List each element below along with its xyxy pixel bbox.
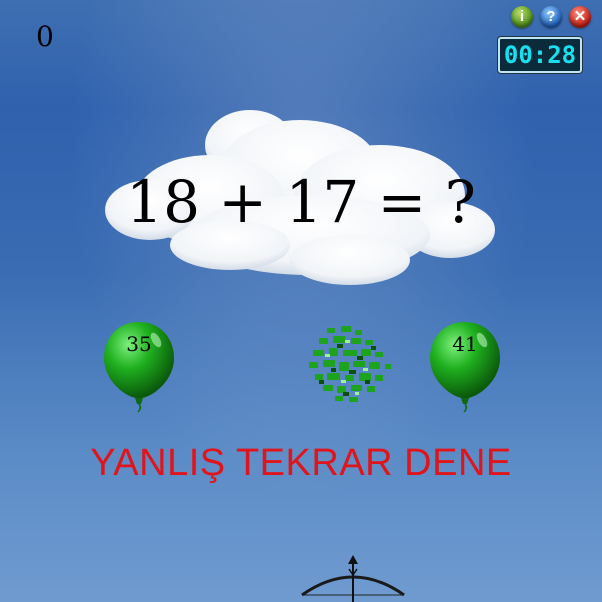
feedback-message: YANLIŞ TEKRAR DENE: [90, 442, 512, 484]
help-button[interactable]: ?: [540, 6, 562, 28]
score-counter: 0: [36, 20, 54, 53]
info-button[interactable]: i: [511, 6, 533, 28]
countdown-timer: 00:28: [498, 37, 582, 73]
balloon-number: 35: [126, 332, 152, 356]
close-button[interactable]: ✕: [569, 6, 591, 28]
math-question: 18 + 17 = ?: [126, 168, 476, 236]
game-stage: 0 i ? ✕ 00:28 18 + 17 = ? 35 41 YANLIŞ T…: [0, 0, 602, 602]
balloon-number: 41: [452, 332, 478, 356]
bow-and-arrow-icon[interactable]: [298, 555, 408, 602]
answer-balloon-35[interactable]: 35: [102, 318, 176, 414]
answer-balloon-41[interactable]: 41: [428, 318, 502, 414]
popped-balloon-icon: [309, 326, 391, 402]
